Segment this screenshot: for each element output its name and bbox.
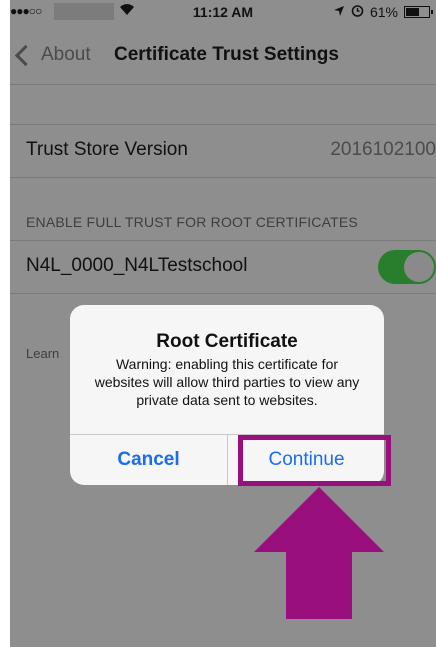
alert-message: Warning: enabling this certificate for w… xyxy=(94,356,360,408)
status-bar: ●●●○○ 11:12 AM 61% xyxy=(10,0,436,26)
certificate-trust-toggle[interactable] xyxy=(378,250,436,284)
continue-highlight-box xyxy=(238,435,391,486)
navigation-bar: About Certificate Trust Settings xyxy=(10,26,436,85)
toggle-knob xyxy=(404,252,434,282)
status-right: 61% xyxy=(333,4,433,20)
certificate-row: N4L_0000_N4LTestschool xyxy=(10,240,436,294)
phone-screen: ●●●○○ 11:12 AM 61% About Certificate Tru… xyxy=(10,0,436,647)
back-label: About xyxy=(41,44,91,65)
chevron-left-icon xyxy=(14,44,37,66)
section-header: ENABLE FULL TRUST FOR ROOT CERTIFICATES xyxy=(26,214,358,230)
arrow-up-icon xyxy=(254,487,384,624)
back-button[interactable]: About xyxy=(14,44,91,66)
trust-store-label: Trust Store Version xyxy=(26,139,188,160)
battery-icon xyxy=(404,6,433,18)
cancel-button[interactable]: Cancel xyxy=(70,435,227,485)
location-arrow-icon xyxy=(333,4,345,20)
certificate-name: N4L_0000_N4LTestschool xyxy=(26,255,248,276)
trust-store-row: Trust Store Version 2016102100 xyxy=(10,124,436,178)
battery-fill xyxy=(406,8,419,16)
alarm-icon xyxy=(351,4,364,20)
learn-more-link[interactable]: Learn xyxy=(26,346,59,361)
page-title: Certificate Trust Settings xyxy=(114,44,339,65)
battery-percent: 61% xyxy=(369,4,398,20)
trust-store-value: 2016102100 xyxy=(330,139,436,160)
alert-title: Root Certificate xyxy=(156,331,298,352)
